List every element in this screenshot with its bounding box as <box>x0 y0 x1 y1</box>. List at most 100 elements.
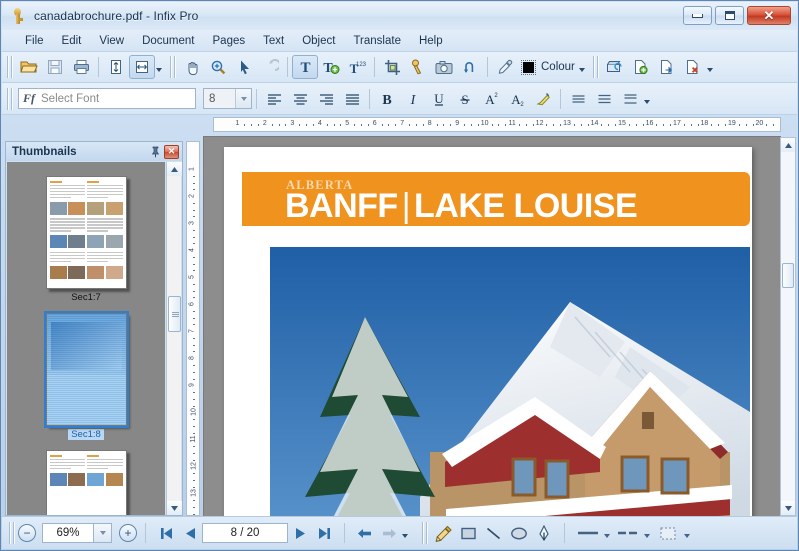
menu-edit[interactable]: Edit <box>53 32 91 50</box>
forward-view-button[interactable] <box>377 522 401 544</box>
align-justify-button[interactable] <box>339 87 365 111</box>
doc-scroll-down-button[interactable] <box>781 501 795 515</box>
save-button[interactable] <box>42 55 68 79</box>
line-weight-caret[interactable] <box>604 534 610 538</box>
bold-button[interactable]: B <box>374 87 400 111</box>
text-number-button[interactable]: T 123 <box>344 55 370 79</box>
ellipse-tool-button[interactable] <box>506 521 531 545</box>
previous-page-button[interactable] <box>178 522 202 544</box>
next-page-button[interactable] <box>288 522 312 544</box>
doc-scroll-up-button[interactable] <box>781 138 795 152</box>
superscript-button[interactable]: A 2 <box>478 87 504 111</box>
print-button[interactable] <box>68 55 94 79</box>
menu-file[interactable]: File <box>16 32 53 50</box>
scrollbar-thumb[interactable] <box>168 296 181 332</box>
back-view-button[interactable] <box>353 522 377 544</box>
camera-button[interactable] <box>431 55 457 79</box>
document-canvas[interactable]: ALBERTA BANFF | LAKE LOUISE <box>203 136 781 517</box>
zoom-dropdown[interactable] <box>94 523 112 543</box>
statusbar-grip[interactable] <box>8 522 15 544</box>
menu-object[interactable]: Object <box>293 32 344 50</box>
view-history-dropdown-caret[interactable] <box>402 534 408 538</box>
underline-button[interactable]: U <box>426 87 452 111</box>
zoom-tool-button[interactable] <box>205 55 231 79</box>
pdf-page[interactable]: ALBERTA BANFF | LAKE LOUISE <box>224 147 752 516</box>
scroll-up-button[interactable] <box>167 162 182 176</box>
undo-button[interactable] <box>257 55 283 79</box>
select-arrow-button[interactable] <box>231 55 257 79</box>
move-page-button[interactable] <box>654 55 680 79</box>
doc-scrollbar-thumb[interactable] <box>782 263 794 288</box>
minimize-button[interactable] <box>683 6 712 25</box>
thumbnail-page[interactable] <box>45 450 127 515</box>
object-tool-button[interactable] <box>405 55 431 79</box>
font-size-dropdown[interactable] <box>235 89 251 108</box>
menu-view[interactable]: View <box>90 32 133 50</box>
pen-tool-button[interactable] <box>531 521 556 545</box>
add-page-button[interactable] <box>628 55 654 79</box>
document-scrollbar[interactable] <box>780 137 796 516</box>
zoom-input[interactable]: 69% <box>42 523 94 543</box>
line-dash-dropdown[interactable] <box>613 522 643 544</box>
font-select-input[interactable]: Ff Select Font <box>18 88 196 109</box>
highlight-button[interactable] <box>530 87 556 111</box>
colour-dropdown-caret[interactable] <box>578 68 585 72</box>
scroll-down-button[interactable] <box>167 501 182 515</box>
list-item[interactable] <box>7 450 165 515</box>
fit-page-button[interactable] <box>103 55 129 79</box>
text-tool-button[interactable]: T <box>292 55 318 79</box>
last-page-button[interactable] <box>312 522 336 544</box>
menu-help[interactable]: Help <box>410 32 452 50</box>
line-weight-dropdown[interactable] <box>573 522 603 544</box>
thumbnail-page[interactable] <box>45 176 127 289</box>
thumbnails-scrollbar[interactable] <box>166 162 182 515</box>
list-item[interactable]: Sec1:8 <box>7 311 165 450</box>
line-spacing-1-button[interactable] <box>565 87 591 111</box>
align-center-button[interactable] <box>287 87 313 111</box>
menu-document[interactable]: Document <box>133 32 203 50</box>
eyedropper-button[interactable] <box>492 55 518 79</box>
close-button[interactable]: ✕ <box>747 6 791 25</box>
fit-width-button[interactable] <box>129 55 155 79</box>
subscript-button[interactable]: A 2 <box>504 87 530 111</box>
hand-tool-button[interactable] <box>179 55 205 79</box>
line-spacing-3-button[interactable] <box>617 87 643 111</box>
menu-text[interactable]: Text <box>254 32 293 50</box>
new-text-button[interactable]: T <box>318 55 344 79</box>
rectangle-tool-button[interactable] <box>456 521 481 545</box>
first-page-button[interactable] <box>154 522 178 544</box>
line-spacing-2-button[interactable] <box>591 87 617 111</box>
crop-button[interactable] <box>379 55 405 79</box>
zoom-out-button[interactable]: − <box>18 524 36 542</box>
toolbar-grip-3[interactable] <box>591 56 599 78</box>
maximize-button[interactable] <box>715 6 744 25</box>
delete-page-button[interactable] <box>680 55 706 79</box>
toolbar-grip-2[interactable] <box>169 56 176 78</box>
fill-style-dropdown[interactable] <box>653 522 683 544</box>
toolbar-grip[interactable] <box>6 56 13 78</box>
strikethrough-button[interactable]: S <box>452 87 478 111</box>
export-button[interactable] <box>602 55 628 79</box>
thumbnail-page-selected[interactable] <box>43 311 129 428</box>
menu-translate[interactable]: Translate <box>344 32 410 50</box>
page-tools-dropdown-caret[interactable] <box>706 68 713 72</box>
close-panel-icon[interactable]: ✕ <box>164 144 179 159</box>
fill-style-caret[interactable] <box>684 534 690 538</box>
thumbnails-list[interactable]: Sec1:7 Sec1:8 <box>7 162 165 515</box>
pencil-tool-button[interactable] <box>431 521 456 545</box>
zoom-in-button[interactable]: + <box>119 524 137 542</box>
font-size-input[interactable]: 8 <box>203 88 252 109</box>
menu-pages[interactable]: Pages <box>204 32 255 50</box>
align-left-button[interactable] <box>261 87 287 111</box>
link-button[interactable] <box>457 55 483 79</box>
open-button[interactable] <box>16 55 42 79</box>
page-number-input[interactable]: 8 / 20 <box>202 523 288 543</box>
line-dash-caret[interactable] <box>644 534 650 538</box>
drawtools-grip[interactable] <box>421 522 428 544</box>
colour-button[interactable]: Colour <box>518 55 578 79</box>
line-spacing-dropdown-caret[interactable] <box>644 99 650 104</box>
fit-dropdown-caret[interactable] <box>156 68 162 72</box>
list-item[interactable]: Sec1:7 <box>7 176 165 313</box>
align-right-button[interactable] <box>313 87 339 111</box>
font-toolbar-grip[interactable] <box>6 87 13 110</box>
